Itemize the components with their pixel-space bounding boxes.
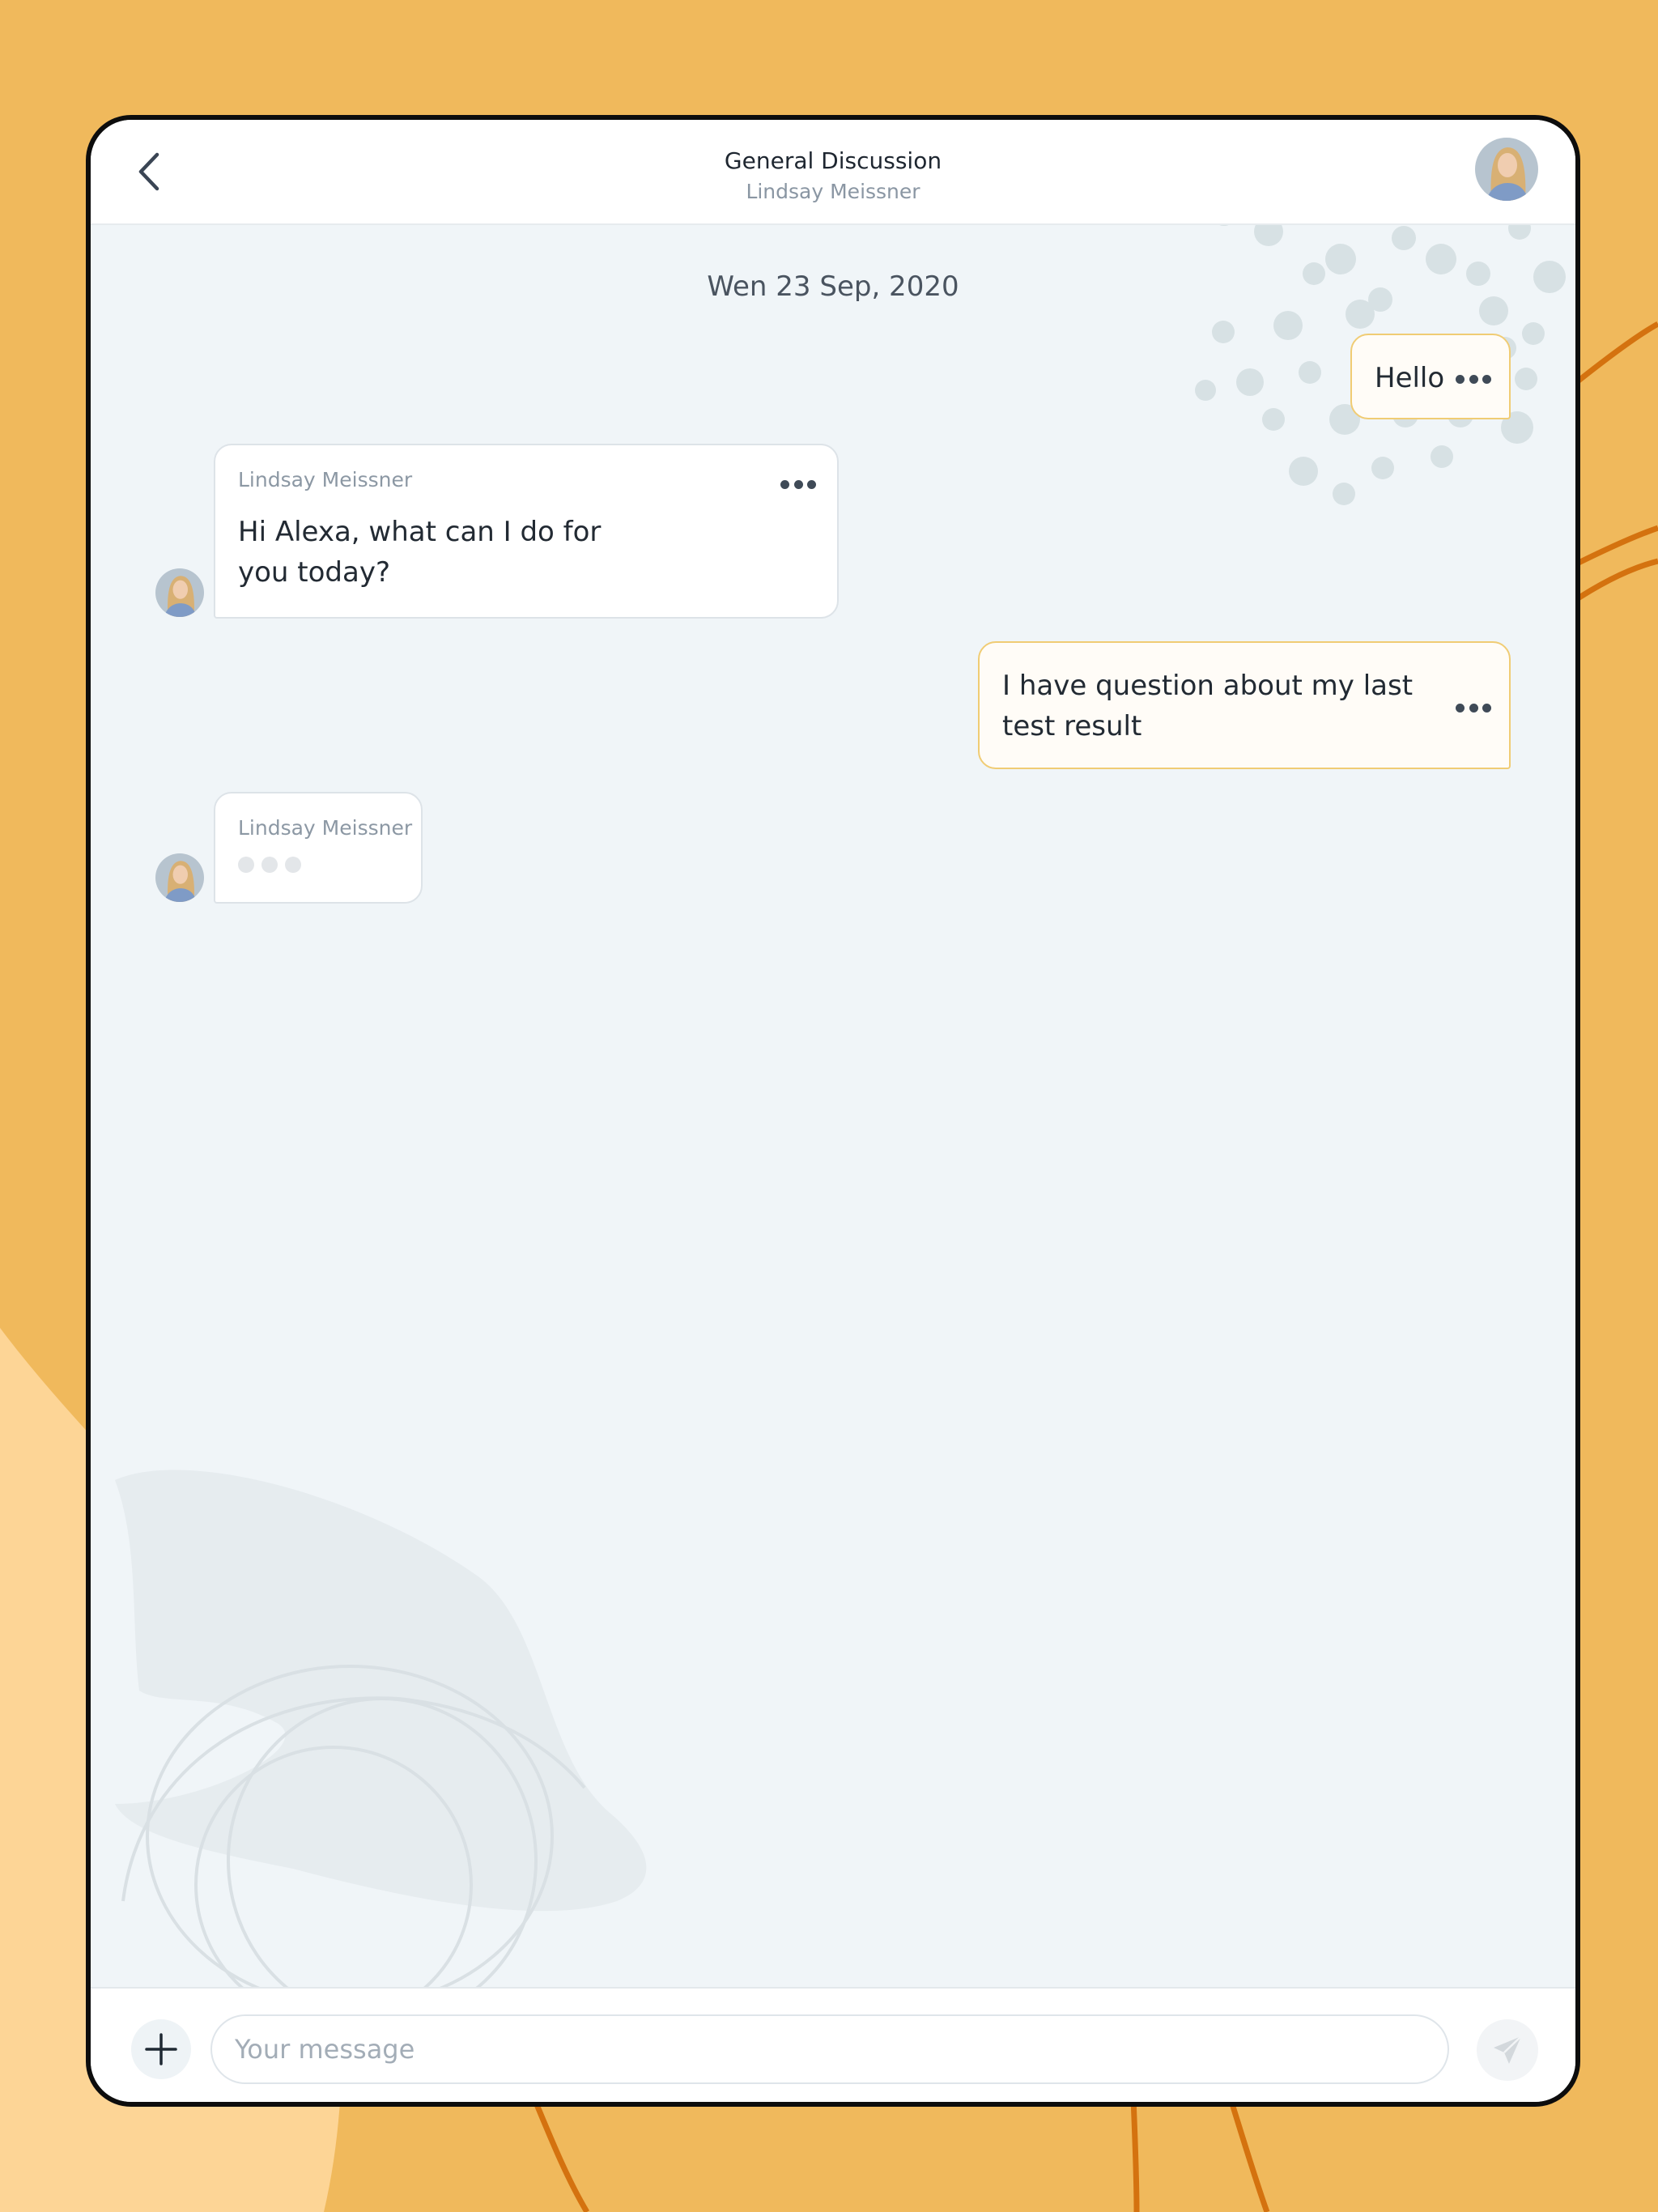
send-button[interactable] [1477, 2019, 1538, 2081]
sender-name: Lindsay Meissner [238, 468, 413, 491]
user-avatar-icon [155, 853, 204, 902]
more-options-button[interactable] [780, 476, 816, 492]
message-text: I have question about my last test resul… [1002, 670, 1414, 742]
sender-name: Lindsay Meissner [238, 816, 413, 840]
user-avatar-icon [1475, 138, 1538, 201]
chat-window: General Discussion Lindsay Meissner Wen … [86, 115, 1580, 2107]
chat-background-decoration [115, 169, 1566, 2024]
typing-message: Lindsay Meissner [214, 792, 423, 904]
outgoing-message: I have question about my last test resul… [978, 641, 1511, 769]
add-attachment-button[interactable] [131, 2019, 191, 2079]
message-text: Hi Alexa, what can I do for you today? [238, 516, 602, 589]
sender-avatar [155, 853, 204, 902]
message-input[interactable] [210, 2014, 1449, 2084]
incoming-message: Lindsay Meissner Hi Alexa, what can I do… [214, 444, 839, 619]
avatar[interactable] [1475, 138, 1538, 201]
chat-subtitle: Lindsay Meissner [746, 180, 920, 203]
date-separator: Wen 23 Sep, 2020 [707, 270, 959, 303]
message-text: Hello [1375, 362, 1445, 394]
plus-icon [145, 2033, 177, 2065]
more-options-button[interactable] [1456, 371, 1491, 387]
more-options-button[interactable] [1456, 700, 1491, 716]
paper-plane-icon [1494, 2035, 1522, 2064]
chat-title: General Discussion [724, 147, 942, 174]
typing-indicator [238, 857, 301, 873]
message-composer [91, 1987, 1575, 2102]
user-avatar-icon [155, 568, 204, 617]
outgoing-message: Hello [1350, 334, 1511, 419]
chat-header: General Discussion Lindsay Meissner [91, 120, 1575, 225]
sender-avatar [155, 568, 204, 617]
